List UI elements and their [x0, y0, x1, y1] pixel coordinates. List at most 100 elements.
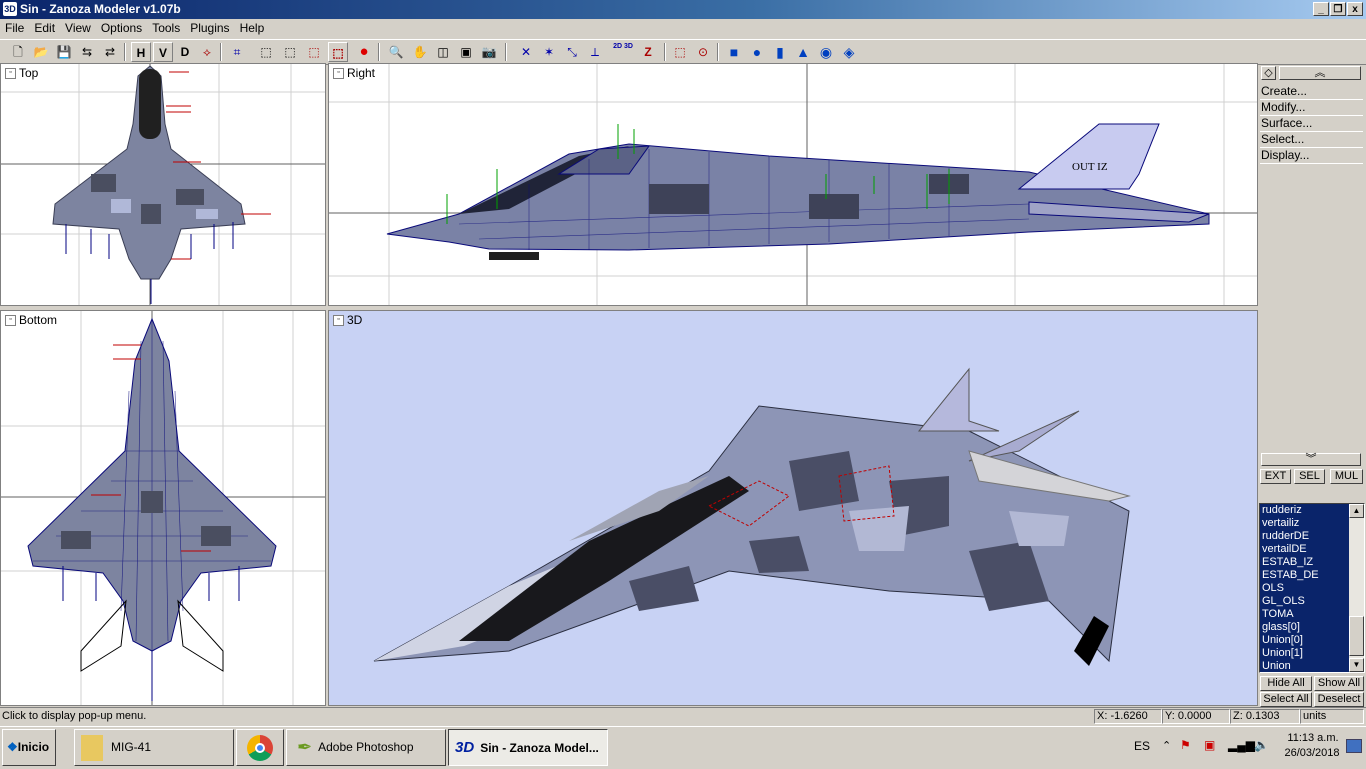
scroll-down-arrow-icon[interactable]: ▼: [1349, 658, 1364, 672]
list-item[interactable]: Union[1]: [1260, 647, 1352, 660]
show-desktop-icon[interactable]: [1346, 739, 1362, 753]
clock-time[interactable]: 11:13 a.m.: [1286, 732, 1340, 744]
mirror-icon[interactable]: ⟂: [585, 42, 605, 62]
d-mode-button[interactable]: D: [175, 42, 195, 62]
ext-button[interactable]: EXT: [1260, 469, 1291, 484]
pan-hand-icon[interactable]: ✋: [410, 42, 430, 62]
start-button[interactable]: ❖Inicio: [2, 729, 56, 766]
taskbar-item-photoshop[interactable]: ✒ Adobe Photoshop: [286, 729, 446, 766]
cube-hidden-icon[interactable]: ⬚: [280, 42, 300, 62]
cube-flat-icon[interactable]: ⬚: [304, 42, 324, 62]
list-item[interactable]: Union[0]: [1260, 634, 1352, 647]
menu-help[interactable]: Help: [235, 19, 270, 35]
list-item[interactable]: vertailiz: [1260, 517, 1352, 530]
menu-file[interactable]: File: [0, 19, 29, 35]
menu-select[interactable]: Select...: [1260, 132, 1363, 148]
minimize-button[interactable]: _: [1313, 2, 1329, 16]
list-item[interactable]: ESTAB_DE: [1260, 569, 1352, 582]
scale-icon[interactable]: ⤡: [562, 42, 582, 62]
box-primitive-icon[interactable]: ■: [724, 42, 744, 62]
render-sphere-icon[interactable]: ●: [354, 42, 374, 62]
network-icon[interactable]: ▂▄▆: [1228, 738, 1255, 752]
move-icon[interactable]: ✕: [516, 42, 536, 62]
chrome-icon: [247, 734, 273, 761]
list-item[interactable]: vertailDE: [1260, 543, 1352, 556]
teapot-primitive-icon[interactable]: ◈: [839, 42, 859, 62]
list-item[interactable]: rudderDE: [1260, 530, 1352, 543]
list-item[interactable]: ESTAB_IZ: [1260, 556, 1352, 569]
scroll-up-arrow-icon[interactable]: ▲: [1349, 504, 1364, 518]
v-mode-button[interactable]: V: [153, 42, 173, 62]
security-icon[interactable]: ▣: [1204, 738, 1215, 752]
viewport-top[interactable]: ▫ Top: [0, 63, 326, 306]
export-icon[interactable]: ⇄: [100, 42, 120, 62]
scroll-down-icon[interactable]: ︾: [1261, 453, 1361, 466]
list-item[interactable]: Union: [1260, 660, 1352, 672]
scroll-up-icon[interactable]: ︽: [1279, 66, 1361, 80]
viewport-menu-icon[interactable]: ▫: [333, 68, 344, 80]
import-icon[interactable]: ⇆: [77, 42, 97, 62]
open-folder-icon[interactable]: 📂: [31, 42, 51, 62]
volume-icon[interactable]: 🔈: [1254, 738, 1269, 752]
cylinder-primitive-icon[interactable]: ▮: [770, 42, 790, 62]
flag-2d3d-icon[interactable]: 2D 3D: [613, 42, 633, 62]
viewport-3d[interactable]: ▫ 3D: [328, 310, 1258, 706]
new-file-icon[interactable]: 🗋: [8, 42, 28, 62]
list-item[interactable]: glass[0]: [1260, 621, 1352, 634]
rotate-icon[interactable]: ✶: [539, 42, 559, 62]
menu-create[interactable]: Create...: [1260, 84, 1363, 100]
list-item[interactable]: TOMA: [1260, 608, 1352, 621]
viewport-menu-icon[interactable]: ▫: [5, 315, 16, 327]
select-circle-icon[interactable]: ⊙: [693, 42, 713, 62]
menu-edit[interactable]: Edit: [29, 19, 60, 35]
menu-view[interactable]: View: [60, 19, 96, 35]
h-mode-button[interactable]: H: [131, 42, 151, 62]
cone-primitive-icon[interactable]: ▲: [793, 42, 813, 62]
taskbar-item-chrome[interactable]: [236, 729, 284, 766]
sel-button[interactable]: SEL: [1294, 469, 1325, 484]
show-all-button[interactable]: Show All: [1314, 676, 1364, 691]
torus-primitive-icon[interactable]: ◉: [816, 42, 836, 62]
hide-all-button[interactable]: Hide All: [1260, 676, 1312, 691]
taskbar-item-zanoza[interactable]: 3D Sin - Zanoza Model...: [448, 729, 608, 766]
select-rect-icon[interactable]: ⬚: [670, 42, 690, 62]
select-all-button[interactable]: Select All: [1260, 692, 1312, 707]
language-indicator[interactable]: ES: [1134, 739, 1150, 753]
list-item[interactable]: GL_OLS: [1260, 595, 1352, 608]
viewport-menu-icon[interactable]: ▫: [333, 315, 344, 327]
menu-modify[interactable]: Modify...: [1260, 100, 1363, 116]
axis-icon[interactable]: ⟡: [197, 42, 217, 62]
z-icon[interactable]: Z: [638, 42, 658, 62]
flag-alert-icon[interactable]: ⚑: [1180, 738, 1191, 752]
zoom-window-icon[interactable]: ▣: [456, 42, 476, 62]
save-icon[interactable]: 💾: [54, 42, 74, 62]
restore-button[interactable]: ❐: [1330, 2, 1346, 16]
list-item[interactable]: rudderiz: [1260, 504, 1352, 517]
scroll-thumb[interactable]: [1349, 616, 1364, 656]
zoom-extents-icon[interactable]: ◫: [433, 42, 453, 62]
viewport-bottom[interactable]: ▫ Bottom: [0, 310, 326, 706]
show-hidden-icons-icon[interactable]: ⌃: [1162, 739, 1171, 752]
panel-toggle-icon[interactable]: ◇: [1261, 66, 1276, 80]
object-list[interactable]: rudderiz vertailiz rudderDE vertailDE ES…: [1259, 503, 1365, 673]
menu-tools[interactable]: Tools: [147, 19, 185, 35]
menu-display[interactable]: Display...: [1260, 148, 1363, 164]
viewport-menu-icon[interactable]: ▫: [5, 68, 16, 80]
sphere-primitive-icon[interactable]: ●: [747, 42, 767, 62]
deselect-button[interactable]: Deselect: [1314, 692, 1364, 707]
clock-date[interactable]: 26/03/2018: [1282, 747, 1342, 759]
mul-button[interactable]: MUL: [1330, 469, 1363, 484]
list-item[interactable]: OLS: [1260, 582, 1352, 595]
zoom-icon[interactable]: 🔍: [386, 42, 406, 62]
menu-options[interactable]: Options: [96, 19, 147, 35]
taskbar-item-folder[interactable]: MIG-41: [74, 729, 234, 766]
camera-icon[interactable]: 📷: [479, 42, 499, 62]
close-button[interactable]: x: [1347, 2, 1363, 16]
select-points-icon[interactable]: ⌗: [227, 42, 247, 62]
cube-shaded-icon[interactable]: ⬚: [328, 42, 348, 62]
menu-surface[interactable]: Surface...: [1260, 116, 1363, 132]
viewport-right[interactable]: ▫ Right OUT IZ: [328, 63, 1258, 306]
cube-wire-icon[interactable]: ⬚: [256, 42, 276, 62]
menu-plugins[interactable]: Plugins: [185, 19, 234, 35]
list-scrollbar[interactable]: ▲ ▼: [1349, 504, 1364, 672]
